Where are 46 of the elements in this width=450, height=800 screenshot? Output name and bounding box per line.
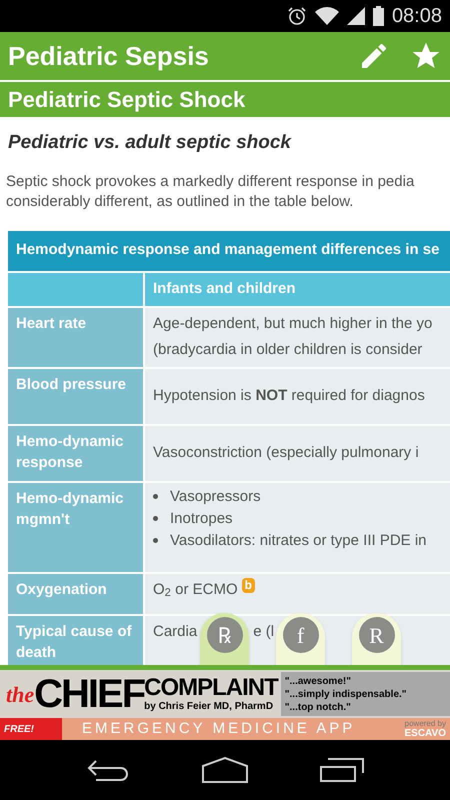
cell-text: e (l (253, 622, 274, 642)
app-title: Pediatric Sepsis (8, 40, 210, 72)
ad-tagline: EMERGENCY MEDICINE APP (82, 718, 356, 739)
row-label: Typical cause of death (16, 622, 133, 662)
list-item: Vasopressors (170, 486, 261, 506)
ad-byline: by Chris Feier MD, PharmD (144, 701, 274, 713)
battery-icon (372, 6, 384, 26)
row-label: Hemo-dynamic response (16, 432, 125, 472)
wifi-icon (314, 7, 339, 25)
back-icon[interactable] (86, 758, 130, 782)
cell-text: Hypotension is NOT required for diagnos (153, 386, 425, 406)
heading: Pediatric vs. adult septic shock (7, 131, 292, 155)
alarm-icon (286, 6, 307, 26)
cell-text: Cardia (153, 622, 198, 642)
column-header: Infants and children (153, 278, 296, 299)
reference-badge[interactable]: b (242, 578, 255, 593)
cell-text: (bradycardia in older children is consider (153, 340, 424, 360)
ad-powered: powered by (404, 719, 446, 728)
ad-quote: "...awesome!" (284, 674, 352, 688)
ad-brand: ESCAVO (404, 728, 446, 739)
row-label: Oxygenation (16, 580, 108, 600)
row-label: Heart rate (16, 314, 88, 334)
ad-logo: COMPLAINT (144, 675, 278, 701)
list-item: Inotropes (170, 508, 233, 528)
cell-text: O$_{2}$ or ECMO (153, 580, 238, 602)
row-label: Hemo-dynamic mgmn't (16, 488, 125, 530)
home-icon[interactable] (202, 757, 248, 783)
ad-free-ribbon: FREE! (0, 718, 62, 740)
bullet-icon (153, 494, 158, 499)
ad-the: the (6, 680, 34, 708)
list-item: Vasodilators: nitrates or type III PDE in (170, 530, 427, 550)
cell-text: Age-dependent, but much higher in the yo (153, 314, 432, 334)
section-title: Pediatric Septic Shock (8, 86, 246, 114)
bullet-icon (153, 516, 158, 521)
ad-quote: "...top notch." (284, 700, 352, 714)
recents-icon[interactable] (320, 758, 364, 782)
ad-logo: CHIEF (34, 674, 144, 714)
ad-quote: "...simply indispensable." (284, 688, 408, 700)
clock: 08:08 (392, 4, 442, 29)
intro-text: Septic shock provokes a markedly different response in pedia (6, 172, 416, 192)
row-label: Blood pressure (16, 374, 128, 394)
intro-text: considerably different, as outlined in the table below. (6, 192, 354, 212)
cell-text: Vasoconstriction (especially pulmonary i (153, 443, 419, 463)
table-title: Hemodynamic response and management differences in se (16, 240, 440, 260)
signal-icon (346, 7, 365, 25)
bullet-icon (153, 538, 158, 543)
